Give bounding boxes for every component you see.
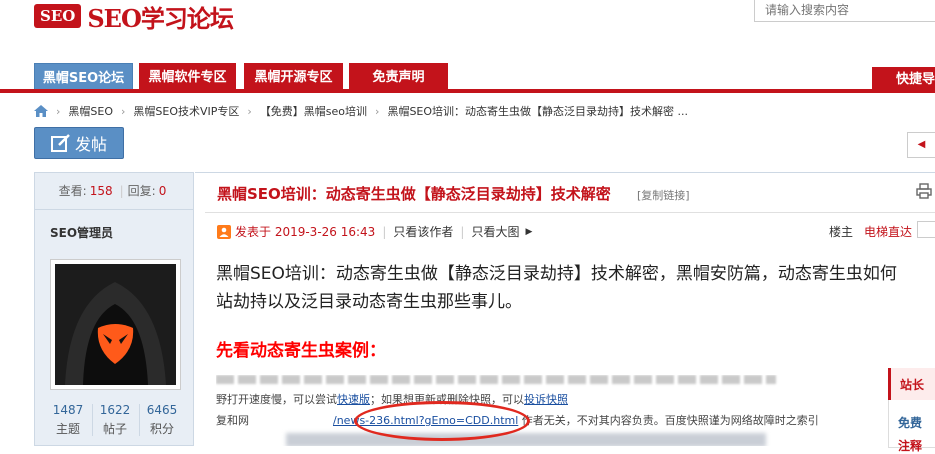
caret-right-icon: ▶	[525, 226, 533, 237]
post-body-line: 站劫持以及泛目录动态寄生虫那些事儿。	[216, 292, 522, 312]
chevron-right-icon: ›	[56, 104, 61, 118]
nav-tab-blackhat-forum[interactable]: 黑帽SEO论坛	[34, 63, 133, 92]
blurred-bar	[286, 433, 766, 446]
views-label: 查看:	[58, 184, 87, 198]
views-count: 158	[89, 183, 113, 198]
jump-to-floor[interactable]: 电梯直达	[864, 223, 912, 240]
logo-text: SEO学习论坛	[87, 3, 234, 33]
post-body-line: 黑帽SEO培训：动态寄生虫做【静态泛目录劫持】技术解密，黑帽安防篇，动态寄生虫如…	[216, 264, 897, 284]
blurred-text-line	[216, 375, 776, 384]
online-icon	[217, 224, 231, 239]
new-post-label: 发帖	[74, 135, 107, 154]
replies-label: 回复:	[127, 184, 156, 198]
highlight-ellipse	[354, 401, 530, 441]
chevron-right-icon: ›	[247, 104, 252, 118]
new-post-button[interactable]: 发帖	[34, 127, 124, 159]
divider	[92, 404, 93, 436]
sidebar-box-item[interactable]: 免费	[898, 414, 922, 431]
sidebar-box-title: 站长	[888, 368, 935, 400]
home-icon[interactable]	[34, 105, 48, 117]
replies-count: 0	[158, 183, 167, 198]
thread-title: 黑帽SEO培训：动态寄生虫做【静态泛目录劫持】技术解密	[217, 185, 611, 203]
divider	[139, 404, 140, 436]
only-author-link[interactable]: 只看该作者	[393, 223, 453, 240]
chevron-right-icon: ›	[375, 104, 380, 118]
breadcrumb-item[interactable]: 黑帽SEO培训：动态寄生虫做【静态泛目录劫持】技术解密 ...	[387, 103, 688, 119]
breadcrumb-item[interactable]: 【免费】黑帽seo培训	[260, 103, 367, 119]
breadcrumb: › 黑帽SEO › 黑帽SEO技术VIP专区 › 【免费】黑帽seo培训 › 黑…	[34, 101, 688, 121]
jump-floor-input[interactable]	[917, 221, 935, 238]
nav-tab-opensource[interactable]: 黑帽开源专区	[244, 63, 343, 92]
chevron-right-icon: ›	[121, 104, 126, 118]
floor-label: 楼主	[829, 225, 854, 239]
back-button[interactable]: ◀	[907, 132, 935, 158]
nav-bar-line	[0, 89, 935, 93]
post-date: 发表于 2019-3-26 16:43	[235, 225, 376, 239]
post-meta: 发表于 2019-3-26 16:43 | 只看该作者 | 只看大图 ▶	[217, 223, 532, 240]
avatar[interactable]	[50, 259, 181, 390]
edit-icon	[50, 134, 71, 152]
copy-link[interactable]: [复制链接]	[637, 187, 690, 203]
author-name[interactable]: SEO管理员	[50, 224, 113, 241]
site-logo[interactable]: SEO SEO学习论坛	[34, 0, 234, 33]
logo-badge: SEO	[34, 4, 82, 28]
nav-tab-disclaimer[interactable]: 免责声明	[349, 63, 448, 92]
print-icon[interactable]	[916, 183, 932, 199]
author-stat-posts[interactable]: 1622 帖子	[97, 403, 133, 437]
view-large-link[interactable]: 只看大图	[471, 223, 519, 240]
thread-stats: 查看: 158 | 回复: 0	[34, 172, 194, 210]
divider	[205, 212, 935, 213]
breadcrumb-item[interactable]: 黑帽SEO	[68, 103, 113, 119]
author-stat-points[interactable]: 6465 积分	[144, 403, 180, 437]
search-input[interactable]	[754, 0, 935, 22]
author-stat-topics[interactable]: 1487 主题	[50, 403, 86, 437]
breadcrumb-item[interactable]: 黑帽SEO技术VIP专区	[133, 103, 239, 119]
nav-tab-software[interactable]: 黑帽软件专区	[139, 63, 236, 92]
post-subheading: 先看动态寄生虫案例：	[216, 341, 386, 361]
embedded-screenshot: 野打开速度慢，可以尝试快速版；如果想更新或删除快照，可以投诉快照 复和网/new…	[216, 375, 818, 446]
